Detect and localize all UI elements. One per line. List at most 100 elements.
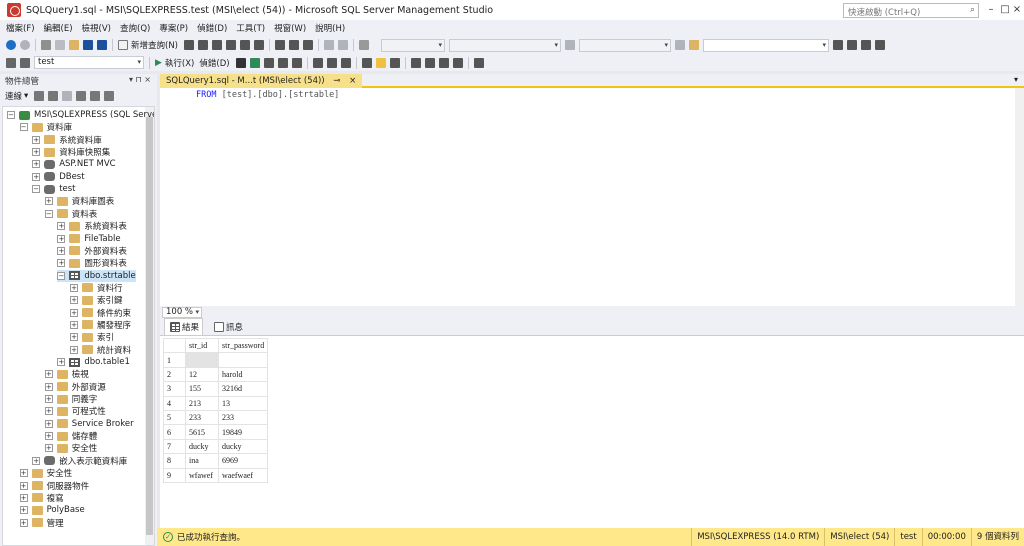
expand-icon[interactable]: + (19, 469, 28, 478)
debug-button[interactable]: 偵錯(D) (199, 57, 229, 69)
dax-query-icon[interactable] (254, 40, 264, 50)
find-icon[interactable] (565, 40, 575, 50)
expand-icon[interactable]: + (32, 148, 41, 157)
expand-icon[interactable]: + (70, 333, 78, 342)
collapse-icon[interactable]: − (32, 185, 41, 194)
tree-node[interactable]: + 嵌入表示範資料庫 (32, 455, 127, 467)
expand-icon[interactable]: + (57, 234, 66, 243)
tree-node[interactable]: + 外部資源 (44, 381, 106, 393)
expand-icon[interactable]: + (19, 506, 28, 515)
toolbar-options-icon[interactable] (875, 40, 885, 50)
tree-node[interactable]: + 可程式性 (44, 405, 106, 417)
expand-icon[interactable]: + (32, 160, 41, 169)
tab-overflow-icon[interactable]: ▾ (1014, 75, 1018, 84)
change-connection-icon[interactable] (20, 57, 30, 68)
tree-node[interactable]: + 統計資料 (70, 344, 131, 356)
expand-icon[interactable]: + (19, 518, 28, 527)
tree-node[interactable]: + 資料行 (70, 282, 123, 294)
grid-cell[interactable] (185, 352, 219, 368)
redo-icon[interactable] (338, 40, 348, 50)
properties-icon[interactable] (833, 40, 843, 50)
tree-scrollbar[interactable] (145, 107, 154, 545)
table-row[interactable]: 5 233 233 (163, 409, 269, 426)
collapse-icon[interactable]: − (57, 271, 66, 280)
row-number[interactable]: 4 (163, 395, 186, 411)
table-row[interactable]: 9 wfawef waefwaef (163, 467, 269, 483)
debug-target-icon[interactable] (675, 40, 685, 50)
results-grid[interactable]: str_id str_password 1 2 12 harold 3 155 3216d 4 21… (163, 337, 269, 483)
execute-button[interactable]: 執行(X) (165, 57, 194, 69)
tree-node[interactable]: + 管理 (19, 517, 64, 529)
tree-node[interactable]: + 圖形資料表 (57, 257, 127, 269)
db-engine-query-icon[interactable] (184, 40, 194, 50)
table-row[interactable]: 1 (163, 352, 269, 368)
table-row[interactable]: 6 5615 19849 (163, 424, 269, 440)
oe-refresh-icon[interactable] (90, 90, 101, 101)
tree-node[interactable]: + 資料庫快照集 (32, 146, 110, 158)
tree-node[interactable]: + 檢視 (44, 368, 89, 380)
grid-cell[interactable] (217, 352, 269, 368)
tree-node[interactable]: − MSI\SQLEXPRESS (SQL Server (7, 109, 154, 121)
connect-icon[interactable] (6, 57, 16, 68)
close-button[interactable]: × (1010, 2, 1024, 18)
grid-cell[interactable]: 233 (185, 409, 219, 426)
client-stats-icon[interactable] (340, 57, 351, 68)
menu-item[interactable]: 專案(P) (159, 22, 188, 34)
analysis-query-icon[interactable] (198, 40, 208, 50)
grid-cell[interactable]: 13 (217, 395, 269, 411)
table-row[interactable]: 8 ina 6969 (163, 453, 269, 469)
menu-item[interactable]: 工具(T) (236, 22, 265, 34)
grid-cell[interactable]: 213 (185, 395, 219, 411)
table-row[interactable]: 2 12 harold (163, 366, 269, 383)
tab-results[interactable]: 結果 (164, 317, 204, 336)
grid-cell[interactable]: 12 (185, 366, 219, 383)
row-number[interactable]: 7 (163, 438, 186, 455)
expand-icon[interactable]: + (70, 308, 78, 317)
save-all-icon[interactable] (97, 40, 107, 50)
window-layout-icon[interactable] (861, 40, 871, 50)
expand-icon[interactable]: + (57, 259, 66, 268)
config-combo[interactable]: ▾ (381, 38, 445, 52)
tree-node[interactable]: + FileTable (57, 233, 121, 245)
mdx-query-icon[interactable] (212, 40, 222, 50)
oe-stop-icon[interactable] (62, 90, 73, 101)
grid-cell[interactable]: 5615 (185, 424, 219, 440)
decrease-indent-icon[interactable] (438, 57, 449, 68)
cancel-query-icon[interactable] (235, 57, 246, 68)
grid-cell[interactable]: 19849 (217, 424, 269, 440)
menu-item[interactable]: 編輯(E) (44, 22, 73, 34)
tree-node[interactable]: + dbo.table1 (57, 356, 130, 368)
pin-icon[interactable]: ⊸ (333, 76, 340, 86)
quick-launch-input[interactable]: 快速啟動 (Ctrl+Q) ⌕ (843, 3, 979, 18)
new-project-icon[interactable] (41, 40, 51, 50)
expand-icon[interactable]: + (70, 283, 78, 292)
grid-cell[interactable]: ducky (217, 438, 269, 455)
expand-icon[interactable]: + (44, 419, 53, 428)
copy-icon[interactable] (289, 40, 299, 50)
menu-item[interactable]: 檢視(V) (82, 22, 111, 34)
undo-icon[interactable] (324, 40, 334, 50)
expand-icon[interactable]: + (44, 395, 53, 404)
results-grid-icon[interactable] (375, 57, 386, 68)
query-editor[interactable]: FROM [test].[dbo].[strtable] (160, 88, 1024, 306)
parse-icon[interactable] (249, 57, 260, 68)
search-combo[interactable]: ▾ (703, 38, 829, 52)
expand-icon[interactable]: + (19, 481, 28, 490)
close-tab-icon[interactable]: × (349, 76, 356, 86)
results-text-icon[interactable] (361, 57, 372, 68)
row-number[interactable]: 1 (163, 352, 186, 368)
collapse-icon[interactable]: − (44, 209, 53, 218)
grid-cell[interactable]: 6969 (217, 453, 269, 469)
oe-activity-icon[interactable] (104, 90, 115, 101)
pin-close-icons[interactable]: ▾ ⊓ × (129, 75, 151, 84)
tree-node[interactable]: − 資料表 (44, 208, 97, 220)
grid-cell[interactable]: ducky (185, 438, 219, 455)
uncomment-icon[interactable] (424, 57, 435, 68)
expand-icon[interactable]: + (70, 345, 78, 354)
expand-icon[interactable]: + (19, 493, 28, 502)
column-header[interactable]: str_password (217, 337, 269, 354)
row-number[interactable]: 8 (163, 453, 186, 469)
editor-scrollbar[interactable] (1015, 88, 1024, 306)
screenshot-icon[interactable] (359, 40, 369, 50)
grid-cell[interactable]: harold (217, 366, 269, 383)
